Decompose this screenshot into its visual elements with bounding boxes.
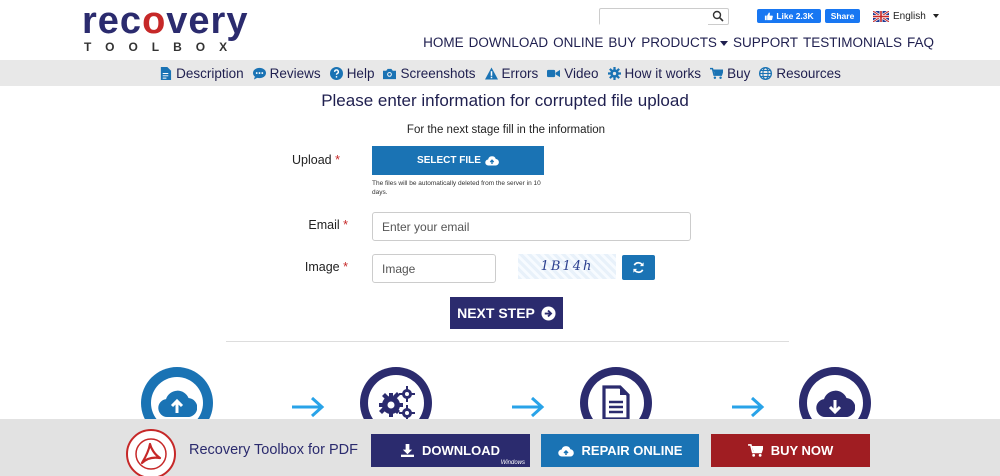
captcha-image: 1B14h <box>518 254 616 279</box>
logo-subtitle: TOOLBOX <box>84 40 242 54</box>
warning-icon <box>484 66 498 80</box>
windows-platform-tag: Windows <box>500 460 525 466</box>
next-step-button[interactable]: NEXT STEP <box>450 297 563 329</box>
arrow-right-icon <box>512 396 545 418</box>
nav-home[interactable]: HOME <box>423 35 464 50</box>
next-step-label: NEXT STEP <box>457 305 535 321</box>
image-label-text: Image <box>304 260 340 274</box>
page-title: Please enter information for corrupted f… <box>321 91 689 110</box>
subnav-label: Resources <box>776 65 841 81</box>
globe-icon <box>759 66 773 80</box>
pdf-product-logo <box>126 429 176 476</box>
file-deletion-note: The files will be automatically deleted … <box>372 180 541 196</box>
cart-icon <box>710 67 724 79</box>
captcha-field[interactable] <box>372 254 496 283</box>
logo-wordmark: recovery <box>82 0 249 42</box>
subnav-label: Reviews <box>269 65 321 81</box>
video-icon <box>547 69 561 77</box>
search-icon[interactable] <box>712 10 724 22</box>
chevron-down-icon <box>719 40 728 46</box>
required-mark: * <box>343 218 348 232</box>
language-selector[interactable]: English <box>873 9 939 23</box>
select-file-label: SELECT FILE <box>417 155 481 166</box>
email-field[interactable] <box>372 212 691 241</box>
nav-faq[interactable]: FAQ <box>907 35 934 50</box>
image-label: Image * <box>288 260 348 274</box>
chevron-down-icon <box>932 14 939 18</box>
nav-online[interactable]: ONLINE <box>553 35 603 50</box>
subnav-video[interactable]: Video <box>547 65 599 81</box>
nav-products: PRODUCTS <box>641 35 717 50</box>
header: recovery TOOLBOX Like 2.3K Share English <box>0 0 1000 58</box>
cloud-upload-icon <box>158 390 197 418</box>
repair-online-button[interactable]: REPAIR ONLINE <box>541 434 699 467</box>
arrow-right-icon <box>292 396 325 418</box>
search-input[interactable] <box>600 12 708 27</box>
refresh-captcha-button[interactable] <box>622 255 655 280</box>
arrow-right-icon <box>732 396 765 418</box>
section-nav: Description Reviews Help Screenshots Err… <box>0 60 1000 86</box>
subnav-resources[interactable]: Resources <box>759 66 841 81</box>
select-file-button[interactable]: SELECT FILE <box>372 146 544 175</box>
cloud-upload-icon <box>557 445 574 457</box>
facebook-share-button[interactable]: Share <box>825 9 860 23</box>
subnav-screenshots[interactable]: Screenshots <box>383 65 476 81</box>
product-name: Recovery Toolbox for PDF <box>189 442 358 458</box>
upload-label-text: Upload <box>292 153 332 167</box>
repair-online-label: REPAIR ONLINE <box>581 443 683 458</box>
subnav-buy[interactable]: Buy <box>710 66 750 81</box>
download-button[interactable]: DOWNLOAD Windows <box>371 434 530 467</box>
document-icon <box>602 385 630 421</box>
pdf-acrobat-icon <box>135 438 167 470</box>
recovery-toolbox-logo[interactable]: recovery TOOLBOX <box>82 0 277 56</box>
required-mark: * <box>343 260 348 274</box>
nav-support[interactable]: SUPPORT <box>733 35 798 50</box>
refresh-icon <box>633 261 644 274</box>
facebook-like-label: Like 2.3K <box>776 11 814 21</box>
question-icon <box>329 66 343 80</box>
nav-buy[interactable]: BUY <box>608 35 636 50</box>
search-box[interactable] <box>599 8 729 27</box>
subnav-how-it-works[interactable]: How it works <box>607 65 702 81</box>
subnav-reviews[interactable]: Reviews <box>252 65 321 81</box>
nav-products-dropdown[interactable]: PRODUCTS <box>641 35 728 50</box>
required-mark: * <box>335 153 340 167</box>
gear-icon <box>607 66 621 80</box>
subnav-help[interactable]: Help <box>329 65 375 81</box>
uk-flag-icon <box>873 10 889 22</box>
cart-icon <box>747 444 763 457</box>
nav-download[interactable]: DOWNLOAD <box>469 35 549 50</box>
download-label: DOWNLOAD <box>422 443 500 458</box>
email-label: Email * <box>288 218 348 232</box>
cloud-upload-icon <box>485 156 499 166</box>
subnav-label: Buy <box>727 65 751 81</box>
subnav-label: Description <box>176 65 244 81</box>
subnav-label: Screenshots <box>400 65 476 81</box>
camera-icon <box>383 68 397 79</box>
thumbs-up-icon <box>765 11 774 20</box>
language-label: English <box>893 10 926 22</box>
page-subtitle: For the next stage fill in the informati… <box>406 124 606 136</box>
main-nav: HOME DOWNLOAD ONLINE BUY PRODUCTS SUPPOR… <box>423 35 934 50</box>
buy-now-button[interactable]: BUY NOW <box>711 434 870 467</box>
subnav-errors[interactable]: Errors <box>484 65 539 81</box>
nav-testimonials[interactable]: TESTIMONIALS <box>803 35 902 50</box>
arrow-circle-right-icon <box>541 305 556 321</box>
download-icon <box>401 444 414 457</box>
upload-label: Upload * <box>280 153 340 167</box>
divider <box>226 341 789 342</box>
subnav-label: Help <box>346 65 375 81</box>
chat-icon <box>252 67 266 80</box>
cloud-download-icon <box>816 390 855 418</box>
email-label-text: Email <box>308 218 340 232</box>
buy-now-label: BUY NOW <box>770 443 834 458</box>
subnav-description[interactable]: Description <box>159 66 244 81</box>
subnav-label: Errors <box>501 65 539 81</box>
bottom-product-bar: Recovery Toolbox for PDF DOWNLOAD Window… <box>0 419 1000 476</box>
subnav-label: Video <box>564 65 599 81</box>
subnav-label: How it works <box>624 65 702 81</box>
file-icon <box>160 66 172 80</box>
facebook-like-button[interactable]: Like 2.3K <box>757 9 821 23</box>
